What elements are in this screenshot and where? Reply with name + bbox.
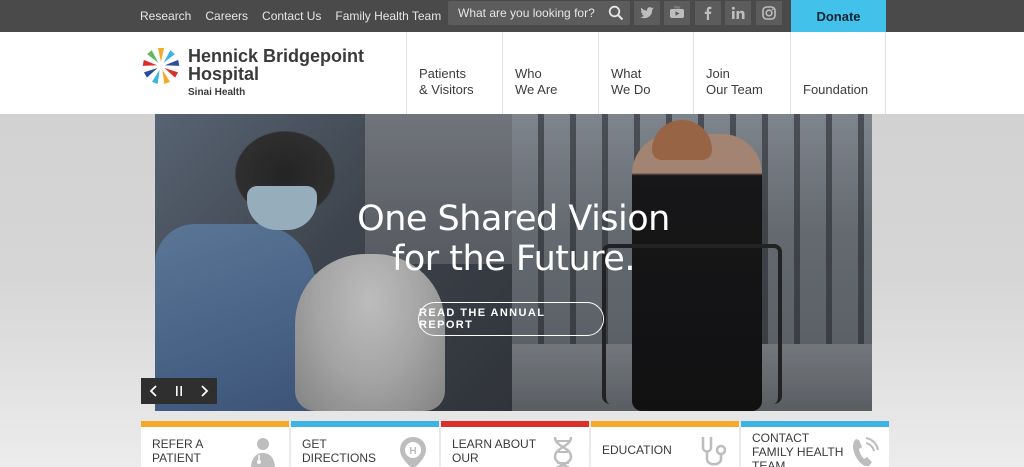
prev-slide-icon[interactable] [141,378,166,404]
quick-link-get-directions[interactable]: GET DIRECTIONS H [291,421,439,467]
quick-link-education[interactable]: EDUCATION [591,421,739,467]
doctor-icon [251,438,275,467]
slider-controls [141,378,217,404]
svg-text:H: H [409,446,416,457]
annual-report-button[interactable]: READ THE ANNUAL REPORT [418,302,604,336]
donate-button[interactable]: Donate [791,0,886,32]
twitter-icon[interactable] [634,1,660,25]
site-header: Hennick Bridgepoint Hospital Sinai Healt… [0,32,1024,114]
search-input[interactable] [448,1,598,25]
search-icon[interactable] [608,5,624,21]
instagram-icon[interactable] [756,1,782,25]
logo-mark-icon [142,48,180,84]
next-slide-icon[interactable] [191,378,216,404]
link-careers[interactable]: Careers [205,9,248,23]
utility-links: Research Careers Contact Us Family Healt… [140,0,455,32]
pause-icon[interactable] [166,378,191,404]
nav-what-we-do[interactable]: What We Do [598,32,693,114]
quick-links: REFER A PATIENT GET DIRECTIONS H LEARN ABO… [141,421,889,467]
dna-icon [553,436,573,467]
link-contact-us[interactable]: Contact Us [262,9,321,23]
link-research[interactable]: Research [140,9,191,23]
utility-bar: Research Careers Contact Us Family Healt… [0,0,1024,32]
hero-title: One Shared Vision for the Future. [357,199,670,279]
logo-subtitle: Sinai Health [188,87,246,98]
linkedin-icon[interactable] [725,1,751,25]
stethoscope-icon [701,437,727,466]
search-box [448,1,630,25]
hero-banner: One Shared Vision for the Future. READ T… [155,114,872,411]
youtube-icon[interactable]: You [664,1,690,25]
phone-icon [853,437,879,467]
nav-who-we-are[interactable]: Who We Are [502,32,598,114]
nav-foundation[interactable]: Foundation [790,32,886,114]
svg-text:You: You [674,5,681,9]
quick-link-contact-fht[interactable]: CONTACT FAMILY HEALTH TEAM [741,421,889,467]
quick-link-refer-patient[interactable]: REFER A PATIENT [141,421,289,467]
quick-link-research[interactable]: LEARN ABOUTOUR RESEARCH [441,421,589,467]
link-family-health-team[interactable]: Family Health Team [335,9,441,23]
facebook-icon[interactable] [695,1,721,25]
location-pin-icon: H [400,437,426,467]
nav-join-our-team[interactable]: Join Our Team [693,32,790,114]
nav-patients-visitors[interactable]: Patients & Visitors [406,32,502,114]
logo-name: Hennick Bridgepoint Hospital [188,46,365,84]
main-nav: Patients & Visitors Who We Are What We Do J… [406,32,886,114]
site-logo[interactable]: Hennick Bridgepoint Hospital Sinai Healt… [140,45,380,105]
